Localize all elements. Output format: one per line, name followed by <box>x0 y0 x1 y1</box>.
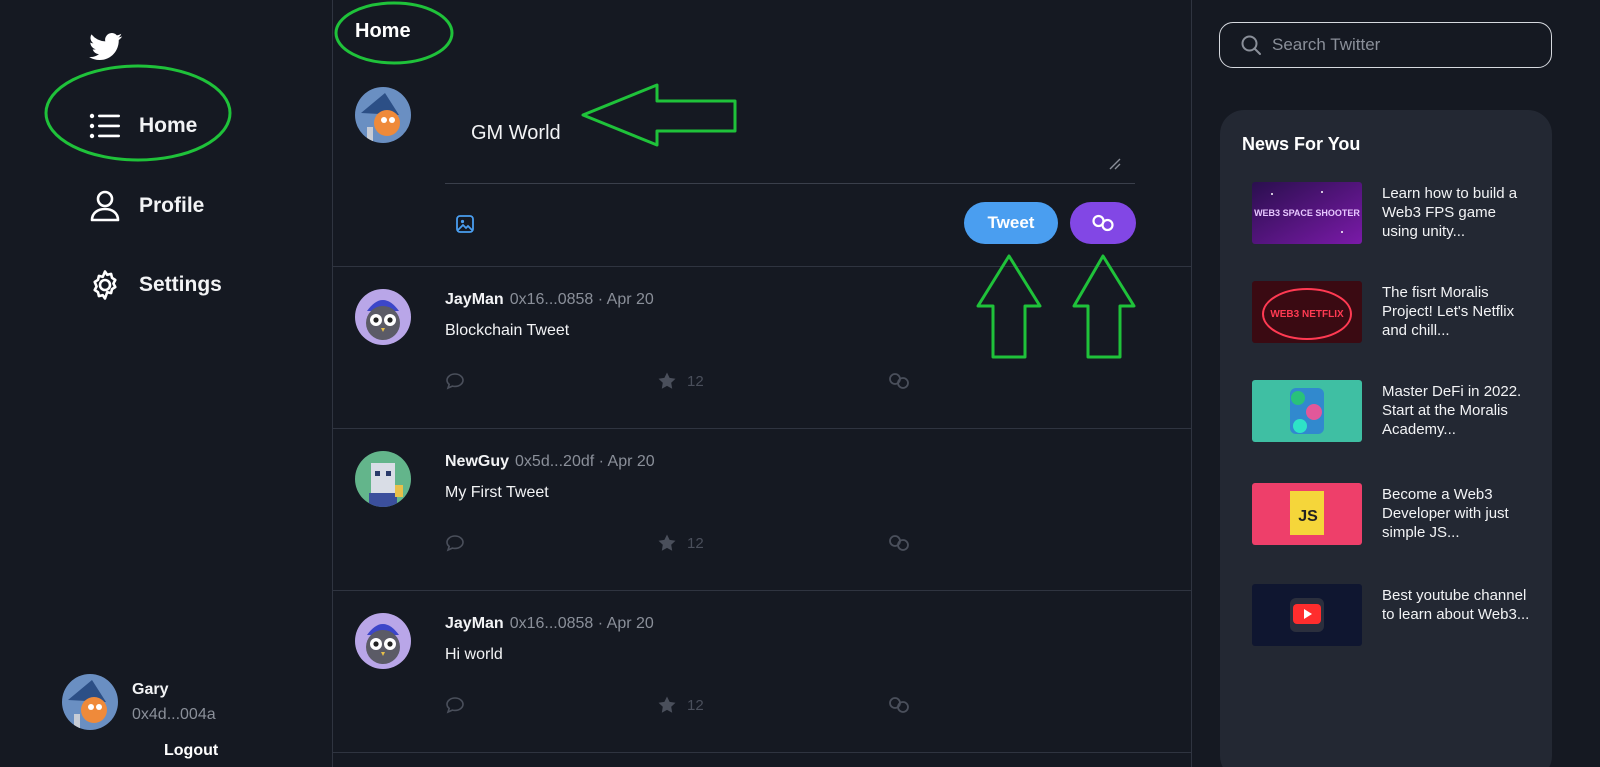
avatar <box>355 613 411 669</box>
avatar <box>355 87 411 143</box>
news-thumbnail: WEB3 SPACE SHOOTER <box>1252 182 1362 244</box>
news-thumb-text: JS <box>1298 508 1318 525</box>
user-icon <box>88 189 122 223</box>
news-text: Master DeFi in 2022. Start at the Morali… <box>1382 383 1522 438</box>
news-text: Learn how to build a Web3 FPS game using… <box>1382 185 1518 240</box>
tweet-text: Hi world <box>445 646 503 663</box>
left-sidebar: Home Profile Settings Gary 0x4d...004a L… <box>0 0 332 767</box>
star-count: 12 <box>687 534 704 552</box>
tweet-author: JayMan <box>445 291 504 308</box>
polygon-link-icon[interactable] <box>887 533 911 553</box>
tweet-meta: 0x16...0858 · Apr 20 <box>509 291 654 308</box>
tweet-actions: 12 <box>445 371 1045 395</box>
star-icon <box>658 372 676 389</box>
comment-icon[interactable] <box>445 695 465 715</box>
tweet-header: NewGuy 0x5d...20df · Apr 20 <box>445 453 655 471</box>
tweet-actions: 12 <box>445 533 1045 557</box>
app-root: Home Profile Settings Gary 0x4d...004a L… <box>0 0 1600 767</box>
tweet-author: NewGuy <box>445 453 510 470</box>
news-thumbnail: JS <box>1252 483 1362 545</box>
news-text: Become a Web3 Developer with just simple… <box>1382 486 1509 541</box>
list-icon <box>88 109 122 143</box>
tweet-author: JayMan <box>445 615 504 632</box>
news-item[interactable]: JS Become a Web3 Developer with just sim… <box>1252 483 1542 547</box>
polygon-link-icon <box>1092 214 1114 232</box>
logout-button[interactable]: Logout <box>164 742 218 760</box>
star-button[interactable]: 12 <box>657 533 704 553</box>
comment-icon[interactable] <box>445 371 465 391</box>
gear-icon <box>88 268 122 302</box>
star-button[interactable]: 12 <box>657 371 704 391</box>
news-item[interactable]: WEB3 SPACE SHOOTER Learn how to build a … <box>1252 182 1542 246</box>
news-thumbnail <box>1252 380 1362 442</box>
twitter-bird-icon[interactable] <box>89 33 123 61</box>
news-thumb-text: WEB3 SPACE SHOOTER <box>1254 208 1360 218</box>
user-meta: Gary 0x4d...004a <box>132 681 216 730</box>
tweet-item[interactable]: NewGuy 0x5d...20df · Apr 20 My First Twee… <box>333 429 1191 591</box>
tweet-composer: Tweet <box>333 85 1191 267</box>
tweet-item[interactable]: JayMan 0x16...0858 · Apr 20 Hi world 12 <box>333 591 1191 753</box>
news-item[interactable]: Best youtube channel to learn about Web3… <box>1252 584 1542 648</box>
tweet-text: My First Tweet <box>445 484 549 501</box>
comment-icon[interactable] <box>445 533 465 553</box>
search-input[interactable] <box>1272 35 1532 55</box>
news-text: The fisrt Moralis Project! Let's Netflix… <box>1382 284 1515 339</box>
news-panel: News For You WEB3 SPACE SHOOTER Learn ho… <box>1220 110 1552 767</box>
sidebar-item-home[interactable]: Home <box>88 109 197 143</box>
news-item[interactable]: WEB3 NETFLIX The fisrt Moralis Project! … <box>1252 281 1542 345</box>
tweet-header: JayMan 0x16...0858 · Apr 20 <box>445 291 654 309</box>
resize-grip-icon[interactable] <box>1106 155 1122 171</box>
tweet-button[interactable]: Tweet <box>964 202 1058 244</box>
tweet-meta: 0x16...0858 · Apr 20 <box>509 615 654 632</box>
polygon-link-icon[interactable] <box>887 371 911 391</box>
tweet-item[interactable]: JayMan 0x16...0858 · Apr 20 Blockchain Tw… <box>333 267 1191 429</box>
star-count: 12 <box>687 696 704 714</box>
polygon-tweet-button[interactable] <box>1070 202 1136 244</box>
composer-divider <box>445 183 1135 184</box>
sidebar-item-label: Profile <box>139 194 205 217</box>
image-icon[interactable] <box>455 214 475 234</box>
polygon-link-icon[interactable] <box>887 695 911 715</box>
star-button[interactable]: 12 <box>657 695 704 715</box>
sidebar-item-label: Settings <box>139 273 222 296</box>
tweet-meta: 0x5d...20df · Apr 20 <box>515 453 655 470</box>
sidebar-item-label: Home <box>139 114 198 137</box>
star-count: 12 <box>687 372 704 390</box>
avatar <box>62 674 118 730</box>
star-icon <box>658 696 676 713</box>
search-icon <box>1241 35 1261 55</box>
search-box[interactable] <box>1219 22 1552 68</box>
tweet-actions: 12 <box>445 695 1045 719</box>
avatar <box>355 289 411 345</box>
tweet-header: JayMan 0x16...0858 · Apr 20 <box>445 615 654 633</box>
news-thumbnail: WEB3 NETFLIX <box>1252 281 1362 343</box>
news-thumbnail <box>1252 584 1362 646</box>
news-item[interactable]: Master DeFi in 2022. Start at the Morali… <box>1252 380 1542 444</box>
main-feed: Home Tweet <box>332 0 1192 767</box>
sidebar-item-profile[interactable]: Profile <box>88 189 204 223</box>
avatar <box>355 451 411 507</box>
right-sidebar: News For You WEB3 SPACE SHOOTER Learn ho… <box>1192 0 1600 767</box>
news-thumb-text: WEB3 NETFLIX <box>1270 309 1344 320</box>
news-title: News For You <box>1242 134 1361 154</box>
current-user[interactable]: Gary 0x4d...004a <box>62 674 216 730</box>
tweet-input[interactable] <box>455 95 1135 165</box>
sidebar-item-settings[interactable]: Settings <box>88 268 222 302</box>
page-title: Home <box>355 20 411 42</box>
user-address: 0x4d...004a <box>132 706 216 723</box>
news-text: Best youtube channel to learn about Web3… <box>1382 587 1530 623</box>
star-icon <box>658 534 676 551</box>
user-name: Gary <box>132 681 169 698</box>
tweet-text: Blockchain Tweet <box>445 322 570 339</box>
